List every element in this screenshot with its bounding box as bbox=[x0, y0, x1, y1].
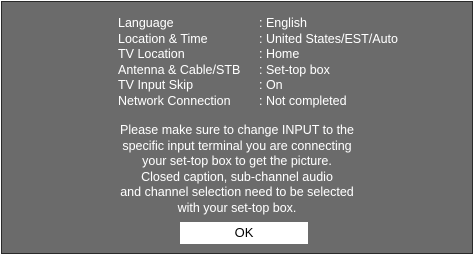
setting-row-location-time: Location & Time : United States/EST/Auto bbox=[118, 32, 418, 48]
setting-value: : On bbox=[259, 78, 283, 93]
setting-row-network-connection: Network Connection : Not completed bbox=[118, 94, 418, 110]
setting-row-tv-location: TV Location : Home bbox=[118, 47, 418, 63]
setting-label: TV Location bbox=[118, 47, 185, 62]
setting-label: Location & Time bbox=[118, 31, 208, 46]
setting-row-antenna-cable: Antenna & Cable/STB : Set-top box bbox=[118, 63, 418, 79]
message-line: with your set-top box. bbox=[177, 200, 297, 215]
setting-value: : Not completed bbox=[259, 93, 347, 108]
setting-label: TV Input Skip bbox=[118, 78, 194, 93]
setting-value: : United States/EST/Auto bbox=[259, 31, 398, 46]
setting-label: Antenna & Cable/STB bbox=[118, 62, 241, 77]
message-line: specific input terminal you are connecti… bbox=[122, 138, 352, 153]
setting-value: : Set-top box bbox=[259, 62, 330, 77]
message-line: and channel selection need to be selecte… bbox=[120, 185, 354, 200]
setting-value: : Home bbox=[259, 47, 300, 62]
message-line: Please make sure to change INPUT to the bbox=[120, 123, 354, 137]
setting-label: Language bbox=[118, 16, 174, 30]
setting-row-tv-input-skip: TV Input Skip : On bbox=[118, 78, 418, 94]
ok-button[interactable]: OK bbox=[180, 222, 308, 244]
settings-summary: Language : English Location & Time : Uni… bbox=[118, 16, 418, 110]
message-line: your set-top box to get the picture. bbox=[142, 154, 332, 169]
setting-value: : English bbox=[259, 16, 307, 30]
message-line: Closed caption, sub-channel audio bbox=[141, 169, 333, 184]
instruction-message: Please make sure to change INPUT to the … bbox=[92, 123, 382, 217]
setup-confirmation-screen: Language : English Location & Time : Uni… bbox=[1, 1, 473, 254]
setting-label: Network Connection bbox=[118, 93, 231, 108]
setting-row-language: Language : English bbox=[118, 16, 418, 32]
